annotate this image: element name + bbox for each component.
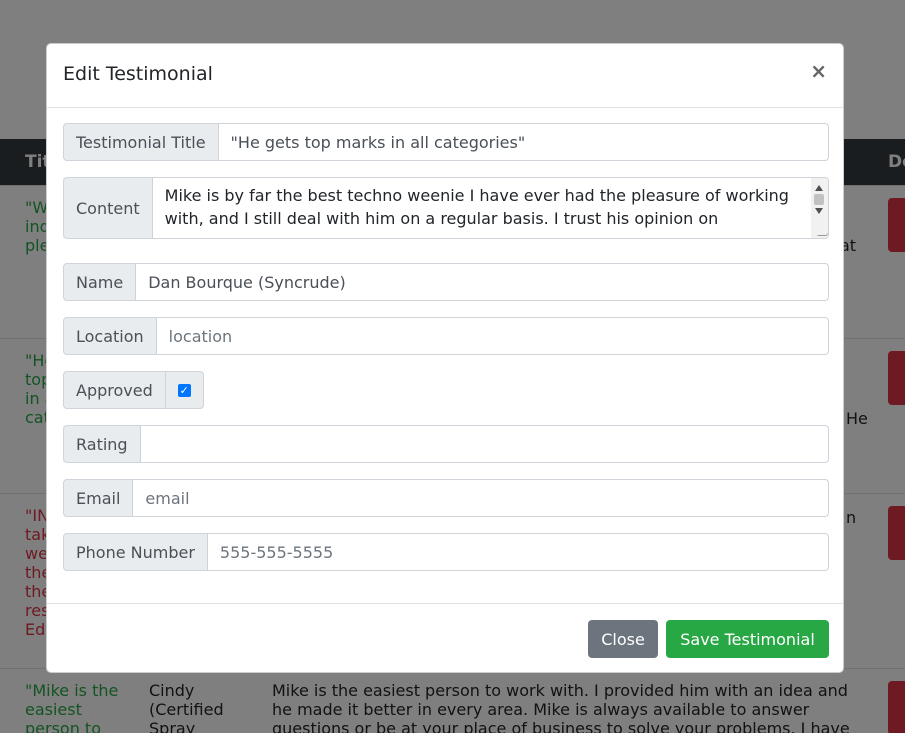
approved-label: Approved xyxy=(63,371,166,409)
rating-input[interactable] xyxy=(140,425,829,463)
approved-checkbox[interactable]: ✓ xyxy=(177,383,191,397)
email-group: Email xyxy=(63,479,829,517)
location-label: Location xyxy=(63,317,157,355)
modal-header: Edit Testimonial × xyxy=(47,44,843,108)
name-input[interactable] xyxy=(136,263,829,301)
location-input[interactable] xyxy=(156,317,829,355)
content-text: Mike is by far the best techno weenie I … xyxy=(164,186,789,228)
name-group: Name xyxy=(63,263,829,301)
edit-testimonial-modal: Edit Testimonial × Testimonial Title Con… xyxy=(46,43,844,673)
testimonial-title-input[interactable] xyxy=(218,123,829,161)
close-icon[interactable]: × xyxy=(810,61,827,81)
save-testimonial-button[interactable]: Save Testimonial xyxy=(666,620,829,658)
phone-group: Phone Number xyxy=(63,533,829,571)
testimonial-title-label: Testimonial Title xyxy=(63,123,219,161)
content-textarea[interactable]: Mike is by far the best techno weenie I … xyxy=(152,177,829,239)
scroll-down-icon[interactable] xyxy=(815,208,823,214)
close-button[interactable]: Close xyxy=(588,620,658,658)
location-group: Location xyxy=(63,317,829,355)
phone-input[interactable] xyxy=(207,533,829,571)
approved-checkbox-wrap: ✓ xyxy=(165,371,204,409)
email-label: Email xyxy=(63,479,134,517)
rating-group: Rating xyxy=(63,425,829,463)
phone-label: Phone Number xyxy=(63,533,208,571)
scroll-up-icon[interactable] xyxy=(815,185,823,191)
content-group: Content Mike is by far the best techno w… xyxy=(63,177,829,239)
rating-label: Rating xyxy=(63,425,141,463)
name-label: Name xyxy=(63,263,137,301)
modal-title: Edit Testimonial xyxy=(63,63,213,85)
testimonial-title-group: Testimonial Title xyxy=(63,123,829,161)
modal-footer: Close Save Testimonial xyxy=(47,603,843,674)
content-label: Content xyxy=(63,177,153,239)
approved-group: Approved ✓ xyxy=(63,371,204,409)
scroll-thumb[interactable] xyxy=(814,194,824,205)
email-input[interactable] xyxy=(133,479,829,517)
